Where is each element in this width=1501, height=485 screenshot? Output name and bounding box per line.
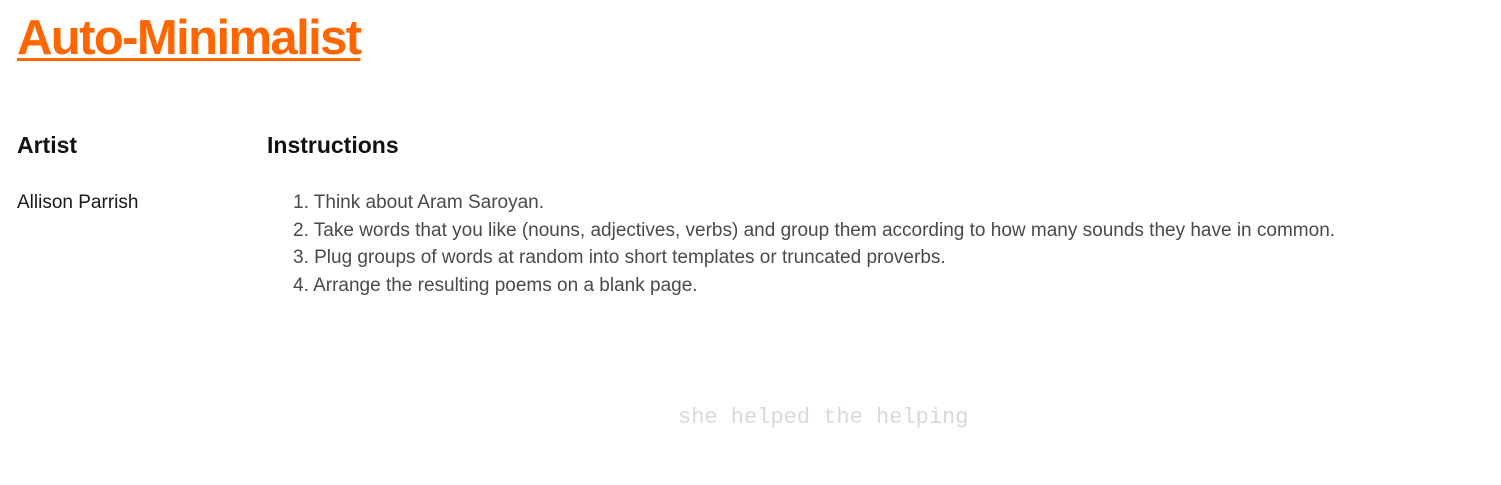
instruction-item: 3. Plug groups of words at random into s… [293,247,946,268]
instructions-list: 1. Think about Aram Saroyan. 2. Take wor… [293,189,1335,299]
instructions-heading: Instructions [267,132,399,158]
instruction-item: 2. Take words that you like (nouns, adje… [293,219,1336,241]
artist-heading: Artist [17,132,78,158]
generated-poem: she helped the helping [678,405,969,430]
artist-name: Allison Parrish [17,192,139,213]
instruction-item: 4. Arrange the resulting poems on a blan… [293,274,698,296]
page-title-link[interactable]: Auto-Minimalist [17,8,362,68]
instruction-item: 1. Think about Aram Saroyan. [293,192,545,213]
